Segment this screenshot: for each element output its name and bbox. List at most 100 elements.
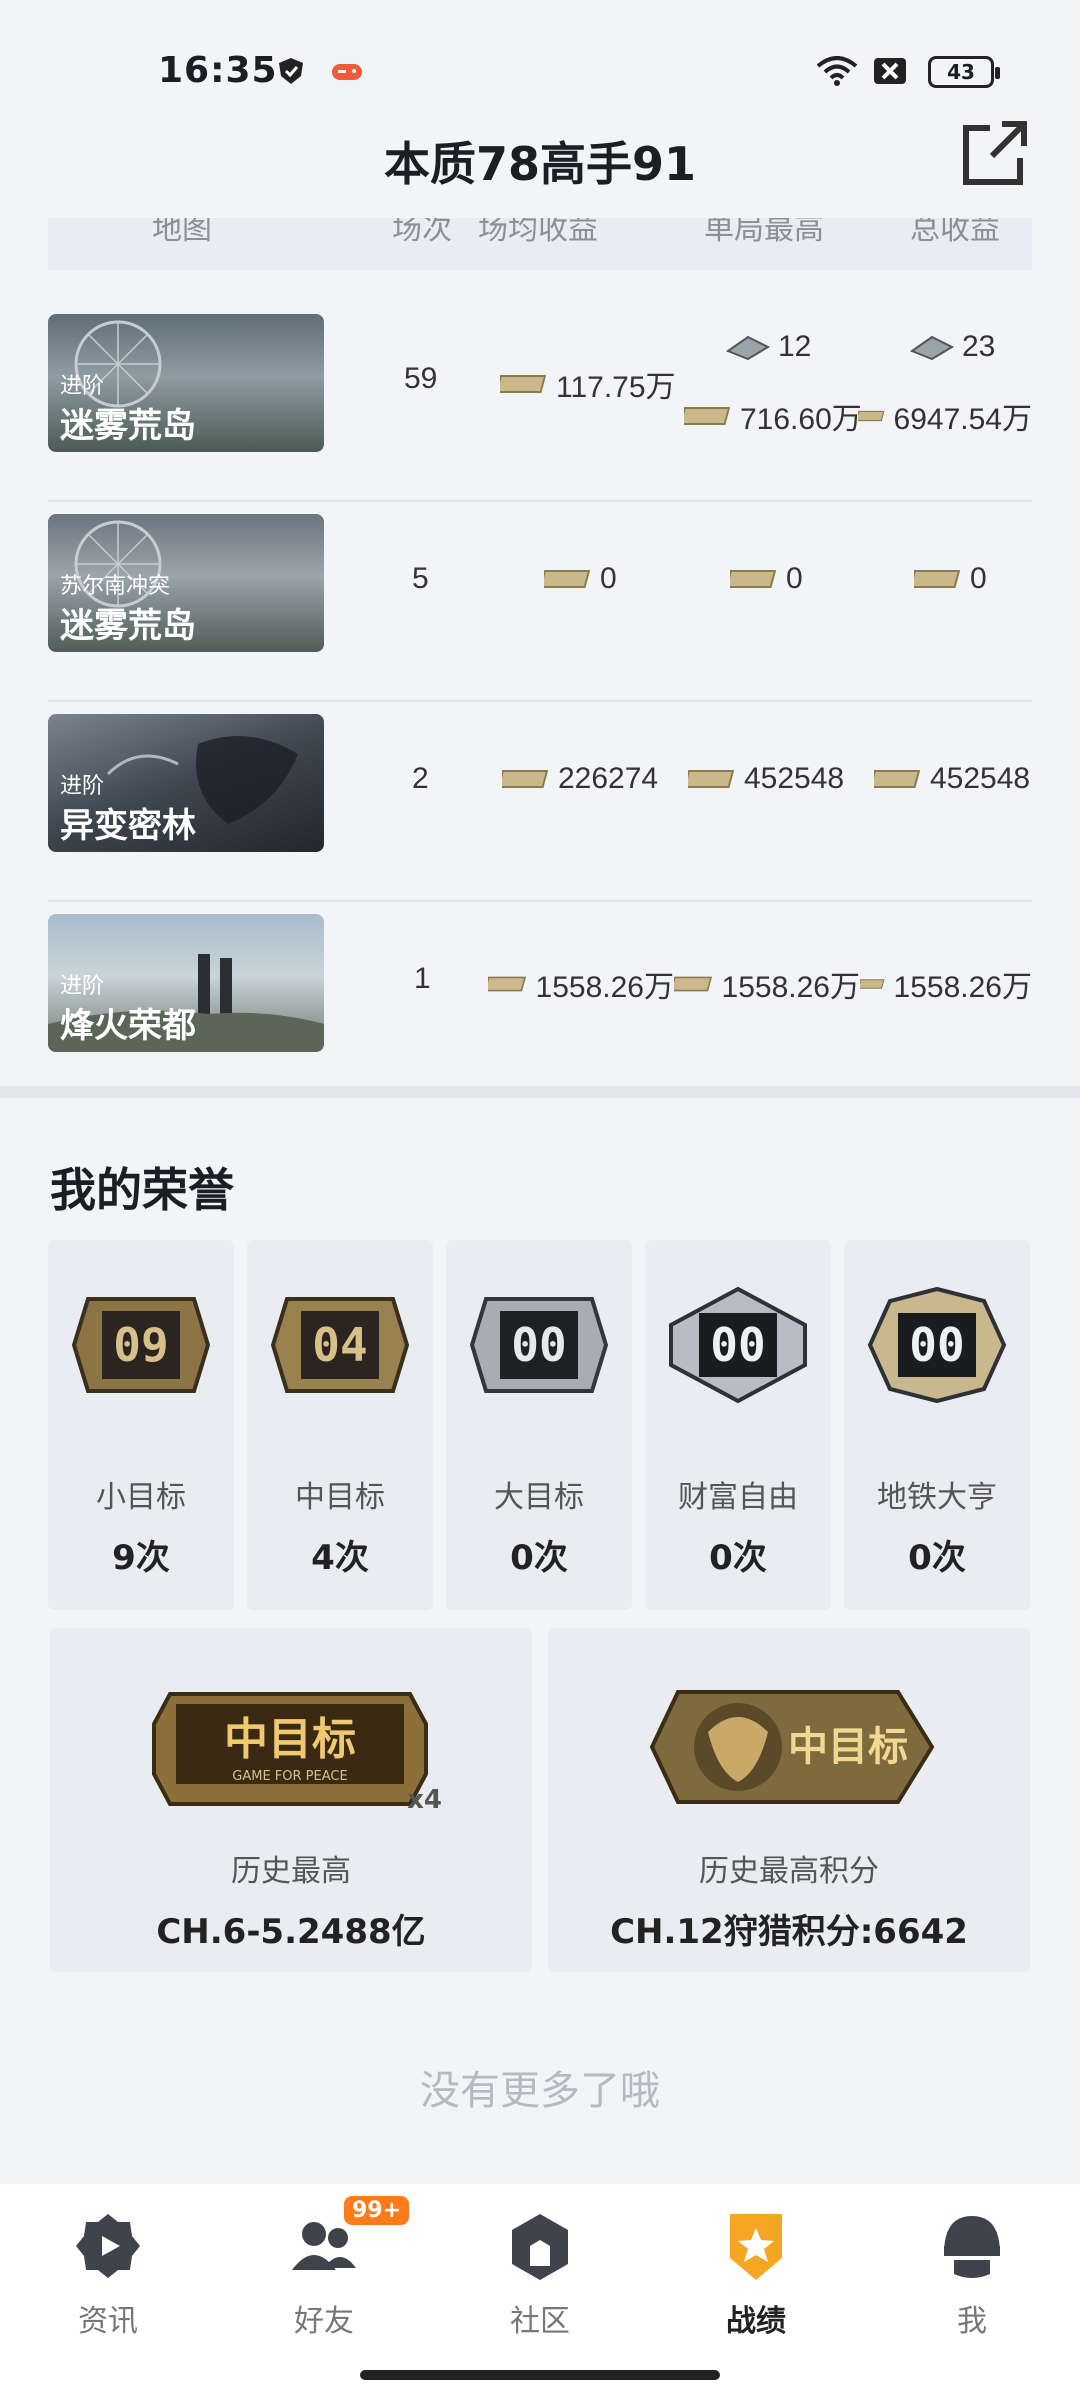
honor-label: 中目标 <box>295 1480 385 1515</box>
wifi-icon <box>816 56 858 86</box>
total-earnings: 1558.26万 <box>860 962 1032 1006</box>
nav-label: 资讯 <box>78 2304 138 2339</box>
record-card-history-score[interactable]: 中目标 历史最高积分 CH.12狩猎积分:6642 <box>548 1628 1030 1972</box>
total-earnings-value: 1558.26万 <box>893 971 1032 1004</box>
best-earnings-value: 1558.26万 <box>721 971 860 1004</box>
silver-badge-icon: 00 <box>469 1297 609 1393</box>
cash-icon <box>858 410 885 422</box>
community-icon <box>512 2214 568 2280</box>
honor-card-medium-target[interactable]: 04 中目标 4次 <box>247 1240 433 1610</box>
table-row[interactable]: 进阶 异变密林 2 226274 452548 452548 <box>48 702 1032 902</box>
cash-icon <box>500 375 547 393</box>
map-thumbnail[interactable]: 进阶 异变密林 <box>48 714 324 852</box>
cash-icon <box>674 976 713 992</box>
chip-icon <box>725 335 771 361</box>
map-name: 迷雾荒岛 <box>60 606 196 646</box>
honor-count: 0次 <box>908 1538 966 1578</box>
status-time: 16:35 <box>158 50 278 91</box>
gold-badge-icon: 04 <box>270 1297 410 1393</box>
avg-earnings-value: 226274 <box>558 762 659 795</box>
table-row[interactable]: 进阶 烽火荣都 1 1558.26万 1558.26万 1558.26万 <box>48 902 1032 1102</box>
record-value: CH.6-5.2488亿 <box>156 1912 426 1952</box>
news-icon <box>76 2214 140 2278</box>
honor-card-small-target[interactable]: 09 小目标 9次 <box>48 1240 234 1610</box>
share-button[interactable] <box>962 120 1028 186</box>
avg-earnings-value: 1558.26万 <box>535 971 674 1004</box>
matches-value: 59 <box>404 362 438 395</box>
bottom-navigation: 资讯 99+ 好友 社区 战绩 我 <box>0 2184 1080 2400</box>
honor-label: 大目标 <box>494 1480 584 1515</box>
battery-indicator: 43 <box>928 56 1000 88</box>
honor-card-subway-tycoon[interactable]: 00 地铁大亨 0次 <box>844 1240 1030 1610</box>
plaque-multiplier: x4 <box>407 1785 442 1814</box>
badge-number: 04 <box>312 1318 367 1372</box>
table-row[interactable]: 进阶 迷雾荒岛 59 117.75万 12 716.60万 23 6947.54… <box>48 302 1032 502</box>
nav-label: 好友 <box>294 2304 354 2339</box>
cash-icon <box>488 976 527 992</box>
cash-icon <box>502 770 549 788</box>
map-thumbnail[interactable]: 进阶 迷雾荒岛 <box>48 314 324 452</box>
plaque-text: 中目标 <box>788 1724 908 1770</box>
badge-number: 00 <box>511 1318 566 1372</box>
best-chips-value: 12 <box>778 330 812 363</box>
cash-icon <box>544 570 591 588</box>
nav-item-news[interactable]: 资讯 <box>0 2184 216 2344</box>
record-icon <box>730 2214 782 2280</box>
total-chips: 23 <box>908 330 995 364</box>
platinum-badge-icon: 00 <box>669 1286 807 1404</box>
shield-icon <box>279 58 303 84</box>
honor-count: 4次 <box>311 1538 369 1578</box>
total-earnings-value: 0 <box>970 562 987 595</box>
section-divider <box>0 1086 1080 1098</box>
total-earnings: 6947.54万 <box>858 394 1032 438</box>
map-name: 迷雾荒岛 <box>60 406 196 446</box>
nav-item-me[interactable]: 我 <box>864 2184 1080 2344</box>
map-tier: 进阶 <box>60 374 105 399</box>
column-header-matches: 场次 <box>392 218 452 247</box>
nav-item-friends[interactable]: 99+ 好友 <box>216 2184 432 2344</box>
nav-item-community[interactable]: 社区 <box>432 2184 648 2344</box>
nav-item-records[interactable]: 战绩 <box>648 2184 864 2344</box>
avg-earnings: 117.75万 <box>500 362 676 406</box>
friends-notification-badge: 99+ <box>344 2196 410 2225</box>
best-earnings: 452548 <box>688 762 844 796</box>
gold-badge-icon: 09 <box>71 1297 211 1393</box>
home-indicator[interactable] <box>360 2370 720 2380</box>
plaque-text: 中目标 <box>224 1714 356 1765</box>
status-bar: 16:35 43 <box>0 0 1080 140</box>
page-title: 本质78高手91 <box>383 137 697 191</box>
total-earnings: 0 <box>914 562 987 596</box>
best-earnings: 716.60万 <box>684 394 862 438</box>
map-thumbnail[interactable]: 进阶 烽火荣都 <box>48 914 324 1052</box>
cash-icon <box>914 570 961 588</box>
cash-icon <box>688 770 735 788</box>
best-earnings-value: 0 <box>786 562 803 595</box>
nav-label: 战绩 <box>726 2304 786 2339</box>
column-header-avg: 场均收益 <box>478 218 598 247</box>
cash-icon <box>860 979 885 989</box>
honor-card-financial-freedom[interactable]: 00 财富自由 0次 <box>645 1240 831 1610</box>
avg-earnings: 1558.26万 <box>488 962 674 1006</box>
column-header-map: 地图 <box>152 218 212 247</box>
map-thumbnail[interactable]: 苏尔南冲突 迷雾荒岛 <box>48 514 324 652</box>
map-name: 烽火荣都 <box>60 1006 196 1046</box>
honors-title: 我的荣誉 <box>50 1163 234 1217</box>
profile-icon <box>944 2216 1000 2278</box>
honor-count: 9次 <box>112 1538 170 1578</box>
total-earnings-value: 452548 <box>930 762 1031 795</box>
nav-label: 社区 <box>510 2304 570 2339</box>
record-label: 历史最高积分 <box>699 1854 879 1889</box>
best-earnings: 0 <box>730 562 803 596</box>
table-row[interactable]: 苏尔南冲突 迷雾荒岛 5 0 0 0 <box>48 502 1032 702</box>
honor-card-big-target[interactable]: 00 大目标 0次 <box>446 1240 632 1610</box>
cash-icon <box>874 770 921 788</box>
honor-count: 0次 <box>709 1538 767 1578</box>
best-earnings-value: 452548 <box>744 762 845 795</box>
total-earnings-value: 6947.54万 <box>893 403 1032 436</box>
badge-number: 00 <box>909 1318 964 1372</box>
honor-count: 0次 <box>510 1538 568 1578</box>
record-card-history-best[interactable]: 中目标 GAME FOR PEACE x4 历史最高 CH.6-5.2488亿 <box>50 1628 532 1972</box>
total-earnings: 452548 <box>874 762 1030 796</box>
sim-blocked-icon <box>874 58 906 84</box>
no-more-text: 没有更多了哦 <box>420 2068 660 2114</box>
